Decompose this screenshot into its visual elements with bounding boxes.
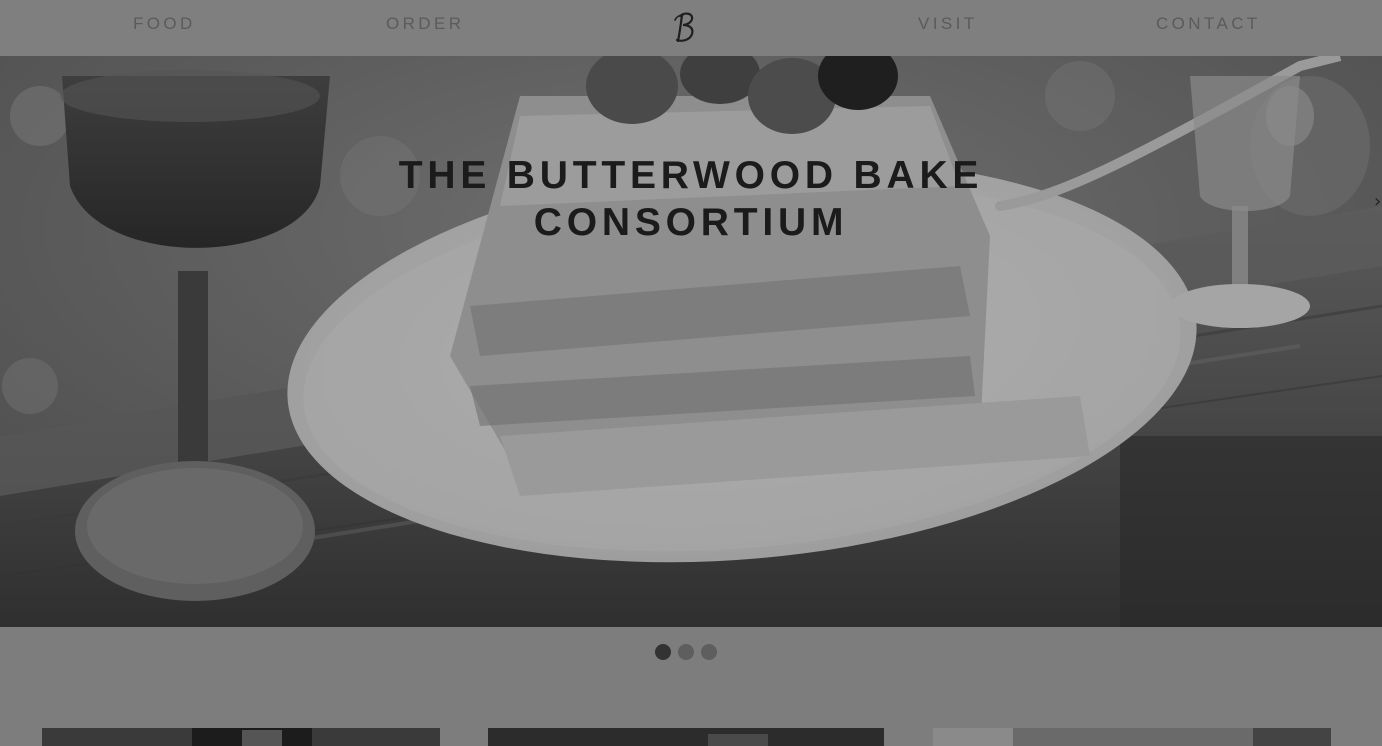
carousel-dot-2[interactable] xyxy=(678,644,694,660)
script-b-logo-icon[interactable] xyxy=(671,10,699,46)
nav-contact-link[interactable]: CONTACT xyxy=(1156,14,1261,34)
nav-order-link[interactable]: ORDER xyxy=(386,14,464,34)
hero-cake-photo xyxy=(0,56,1382,627)
feature-card-1-image[interactable] xyxy=(42,728,440,746)
feature-card-2-image[interactable] xyxy=(488,728,884,746)
hero-title: THE BUTTERWOOD BAKE CONSORTIUM xyxy=(0,152,1382,246)
hero-slideshow[interactable]: THE BUTTERWOOD BAKE CONSORTIUM › xyxy=(0,56,1382,627)
hero-title-line1: THE BUTTERWOOD BAKE xyxy=(398,154,984,197)
carousel-dot-3[interactable] xyxy=(701,644,717,660)
chevron-right-icon[interactable]: › xyxy=(1374,192,1382,212)
feature-card-3-image[interactable] xyxy=(933,728,1331,746)
top-navigation: FOOD ORDER VISIT CONTACT xyxy=(0,0,1382,56)
nav-visit-link[interactable]: VISIT xyxy=(918,14,978,34)
hero-title-line2: CONSORTIUM xyxy=(533,201,849,244)
nav-food-link[interactable]: FOOD xyxy=(133,14,196,34)
carousel-dot-1[interactable] xyxy=(655,644,671,660)
feature-cards xyxy=(0,728,1382,746)
